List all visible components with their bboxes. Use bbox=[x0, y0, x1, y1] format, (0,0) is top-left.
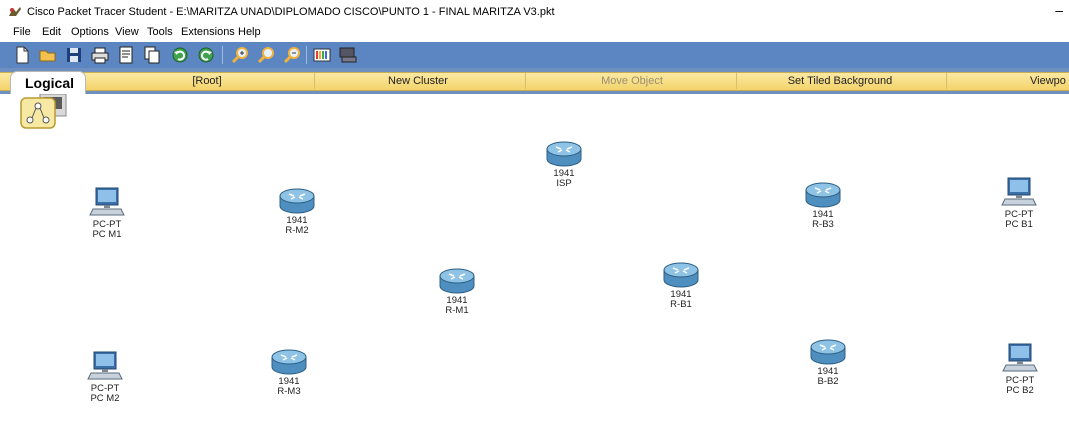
main-toolbar bbox=[0, 42, 1069, 68]
zoom-in-icon[interactable] bbox=[230, 45, 250, 65]
router-icon bbox=[439, 268, 475, 294]
bar-separator bbox=[314, 73, 315, 89]
device-router-r-m1[interactable]: 1941 R-M1 bbox=[432, 266, 482, 316]
new-file-icon[interactable] bbox=[12, 45, 32, 65]
router-icon bbox=[810, 339, 846, 365]
palette-icon[interactable] bbox=[312, 45, 332, 65]
minimize-button[interactable]: – bbox=[1055, 2, 1063, 18]
print-icon[interactable] bbox=[90, 45, 110, 65]
device-router-r-m2[interactable]: 1941 R-M2 bbox=[272, 186, 322, 236]
logical-workspace-canvas[interactable]: PC-PT PC M1 1941 R-M2 1941 ISP 1941 R-B3 bbox=[0, 94, 1069, 448]
device-router-r-m3[interactable]: 1941 R-M3 bbox=[264, 347, 314, 397]
device-pc-m1[interactable]: PC-PT PC M1 bbox=[82, 186, 132, 240]
device-pc-m2[interactable]: PC-PT PC M2 bbox=[80, 350, 130, 404]
save-icon[interactable] bbox=[64, 45, 84, 65]
toolbar-separator bbox=[306, 46, 307, 64]
device-router-isp[interactable]: 1941 ISP bbox=[539, 139, 589, 189]
new-cluster-button[interactable]: New Cluster bbox=[360, 74, 476, 88]
activity-wizard-icon[interactable] bbox=[116, 45, 136, 65]
toolbar-separator bbox=[222, 46, 223, 64]
bar-separator bbox=[525, 73, 526, 89]
copy-icon[interactable] bbox=[142, 45, 162, 65]
pc-icon bbox=[1001, 177, 1037, 206]
logical-tab[interactable]: Logical bbox=[10, 71, 86, 94]
move-object-button[interactable]: Move Object bbox=[574, 74, 690, 88]
viewport-button[interactable]: Viewpo bbox=[1030, 74, 1069, 88]
router-icon bbox=[271, 349, 307, 375]
window-title: Cisco Packet Tracer Student - E:\MARITZA… bbox=[27, 6, 555, 18]
router-icon bbox=[546, 141, 582, 167]
device-name-label: B-B2 bbox=[817, 376, 839, 387]
menu-options[interactable]: Options bbox=[71, 26, 109, 38]
root-button[interactable]: [Root] bbox=[176, 74, 238, 88]
logical-tab-label: Logical bbox=[25, 75, 75, 91]
device-name-label: PC B1 bbox=[1005, 219, 1033, 230]
router-icon bbox=[663, 262, 699, 288]
device-pc-b2[interactable]: PC-PT PC B2 bbox=[995, 342, 1045, 396]
set-tiled-background-button[interactable]: Set Tiled Background bbox=[770, 74, 910, 88]
device-name-label: R-M3 bbox=[277, 386, 301, 397]
menu-extensions[interactable]: Extensions bbox=[181, 26, 235, 38]
device-name-label: PC M2 bbox=[90, 393, 120, 404]
device-name-label: R-M1 bbox=[445, 305, 469, 316]
menu-help[interactable]: Help bbox=[238, 26, 261, 38]
zoom-out-icon[interactable] bbox=[282, 45, 302, 65]
device-name-label: R-B3 bbox=[812, 219, 834, 230]
bar-separator bbox=[946, 73, 947, 89]
packet-tracer-app-icon bbox=[9, 7, 21, 16]
device-name-label: R-B1 bbox=[670, 299, 692, 310]
menu-tools[interactable]: Tools bbox=[147, 26, 173, 38]
device-name-label: R-M2 bbox=[285, 225, 309, 236]
menu-view[interactable]: View bbox=[115, 26, 139, 38]
router-icon bbox=[805, 182, 841, 208]
device-name-label: PC M1 bbox=[92, 229, 122, 240]
bar-separator bbox=[736, 73, 737, 89]
pc-icon bbox=[87, 351, 123, 380]
router-icon bbox=[279, 188, 315, 214]
device-router-b-b2[interactable]: 1941 B-B2 bbox=[803, 337, 853, 387]
redo-icon[interactable] bbox=[196, 45, 216, 65]
undo-icon[interactable] bbox=[170, 45, 190, 65]
device-router-r-b3[interactable]: 1941 R-B3 bbox=[798, 180, 848, 230]
pc-icon bbox=[1002, 343, 1038, 372]
zoom-reset-icon[interactable] bbox=[256, 45, 276, 65]
open-folder-icon[interactable] bbox=[38, 45, 58, 65]
title-bar: Cisco Packet Tracer Student - E:\MARITZA… bbox=[0, 0, 1069, 24]
device-pc-b1[interactable]: PC-PT PC B1 bbox=[994, 176, 1044, 230]
device-router-r-b1[interactable]: 1941 R-B1 bbox=[656, 260, 706, 310]
menu-edit[interactable]: Edit bbox=[42, 26, 61, 38]
device-name-label: ISP bbox=[556, 178, 572, 189]
device-name-label: PC B2 bbox=[1006, 385, 1034, 396]
menu-file[interactable]: File bbox=[13, 26, 31, 38]
custom-device-icon[interactable] bbox=[338, 45, 358, 65]
pc-icon bbox=[89, 187, 125, 216]
